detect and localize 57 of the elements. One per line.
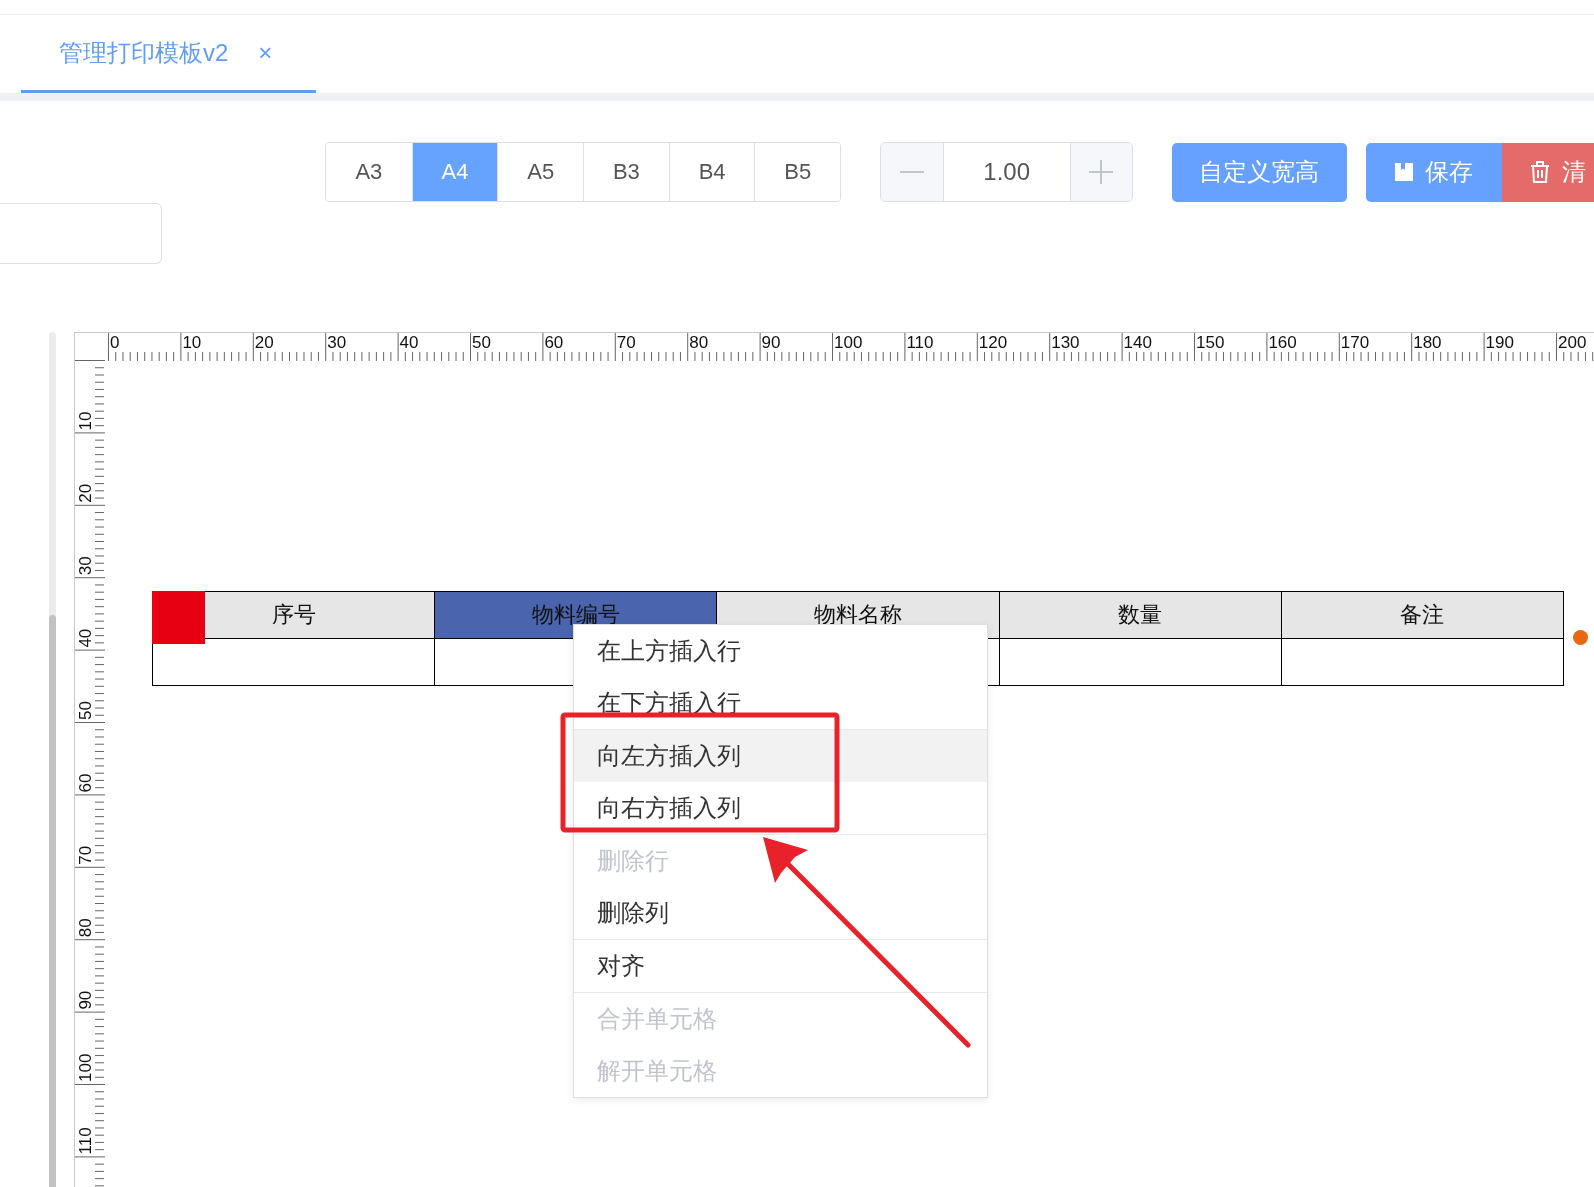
- ruler-label: 100: [76, 1053, 95, 1082]
- ruler-label: 10: [76, 411, 95, 431]
- column-header[interactable]: 序号: [271, 602, 316, 627]
- scale-stepper[interactable]: 1.00: [880, 142, 1134, 202]
- ruler-label: 20: [76, 483, 95, 503]
- ruler-label: 80: [76, 918, 95, 938]
- ruler-label: 50: [76, 701, 95, 720]
- menu-item[interactable]: 删除列: [574, 887, 987, 939]
- resize-handle[interactable]: [1573, 630, 1588, 645]
- scale-input[interactable]: 1.00: [942, 143, 1071, 201]
- menu-item[interactable]: 向右方插入列: [574, 782, 987, 834]
- ruler-label: 50: [472, 333, 491, 352]
- ruler-label: 70: [616, 333, 636, 352]
- ruler-label: 0: [110, 333, 120, 352]
- ruler-label: 200: [1558, 333, 1587, 352]
- table-cell[interactable]: [1281, 638, 1564, 686]
- ruler-label: 140: [1123, 333, 1152, 352]
- ruler-label: 160: [1268, 333, 1297, 352]
- menu-item[interactable]: 对齐: [574, 940, 987, 992]
- ruler-label: 120: [978, 333, 1008, 352]
- ruler-label: 150: [1196, 333, 1225, 352]
- plus-icon: [1089, 160, 1114, 184]
- ruler-label: 110: [76, 1127, 95, 1155]
- column-header[interactable]: 数量: [1118, 602, 1163, 627]
- ruler-label: 80: [689, 333, 709, 352]
- column-header[interactable]: 物料名称: [813, 602, 902, 627]
- ruler-label: 90: [76, 990, 95, 1010]
- ruler-label: 30: [76, 556, 95, 576]
- ruler-label: 130: [1051, 333, 1080, 352]
- decrement-button[interactable]: [881, 143, 943, 201]
- ruler-label: 20: [254, 333, 274, 352]
- ruler-label: 40: [399, 333, 419, 352]
- input-field[interactable]: [0, 203, 162, 264]
- ruler-label: 190: [1485, 333, 1514, 352]
- ruler-label: 170: [1340, 333, 1370, 352]
- paper-size-button[interactable]: B5: [754, 143, 841, 201]
- increment-button[interactable]: [1070, 143, 1133, 201]
- trash-icon: [1530, 161, 1551, 183]
- selection-handle[interactable]: [152, 591, 205, 644]
- save-icon: [1394, 163, 1413, 181]
- ruler-label: 30: [327, 333, 347, 352]
- column-header[interactable]: 备注: [1400, 602, 1445, 627]
- ruler-label: 100: [834, 333, 863, 352]
- table-cell[interactable]: [999, 638, 1282, 686]
- menu-item[interactable]: 在上方插入行: [574, 625, 987, 677]
- ruler-label: 60: [76, 773, 95, 793]
- ruler-label: 180: [1413, 333, 1442, 352]
- ruler-label: 90: [761, 333, 781, 352]
- minus-icon: [899, 171, 924, 173]
- tab-label: 管理打印模板v2: [59, 37, 229, 68]
- menu-item[interactable]: 向左方插入列: [574, 730, 987, 782]
- ruler-label: 40: [76, 628, 95, 648]
- ruler-label: 70: [76, 845, 95, 865]
- ruler-label: 60: [544, 333, 564, 352]
- ruler-label: 110: [906, 333, 934, 352]
- scrollbar[interactable]: [49, 332, 56, 1187]
- ruler-label: 10: [182, 333, 202, 352]
